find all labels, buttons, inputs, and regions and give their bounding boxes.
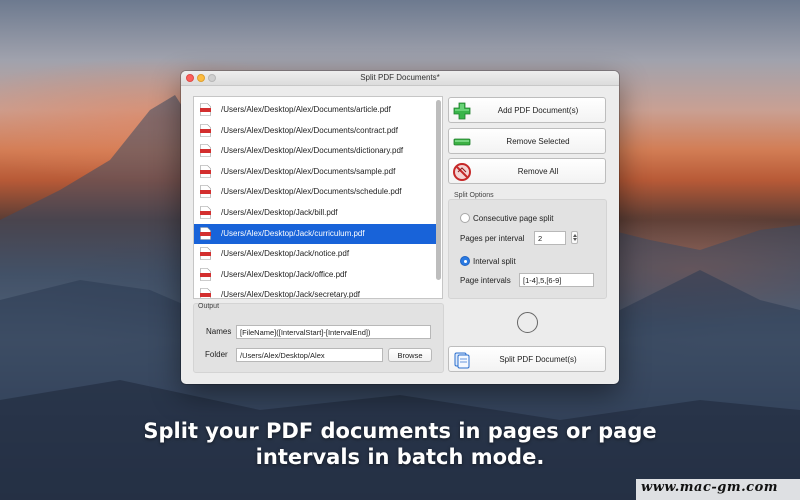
page-intervals-field[interactable]: [1-4],5,[6-9] [519, 273, 594, 287]
consecutive-split-radio[interactable] [460, 213, 470, 223]
file-list-item[interactable]: /Users/Alex/Desktop/Alex/Documents/sched… [194, 182, 436, 202]
app-window: Split PDF Documents* /Users/Alex/Desktop… [181, 71, 619, 384]
remove-all-label: Remove All [517, 167, 559, 176]
pdf-file-icon [200, 267, 211, 281]
title-bar: Split PDF Documents* [181, 71, 619, 86]
pdf-file-icon [200, 226, 211, 240]
file-list-item[interactable]: /Users/Alex/Desktop/Jack/secretary.pdf [194, 285, 436, 299]
file-path: /Users/Alex/Desktop/Alex/Documents/dicti… [221, 146, 404, 156]
pages-per-interval-field[interactable]: 2 [534, 231, 566, 245]
folder-field[interactable]: /Users/Alex/Desktop/Alex [236, 348, 383, 362]
file-path: /Users/Alex/Desktop/Jack/office.pdf [221, 269, 347, 279]
pdf-file-icon [200, 123, 211, 137]
split-options-group: Split Options Consecutive page split Pag… [448, 192, 607, 299]
interval-split-label: Interval split [473, 257, 516, 266]
output-group: Output Names [FileName]([IntervalStart]-… [193, 303, 444, 373]
file-path: /Users/Alex/Desktop/Alex/Documents/contr… [221, 125, 398, 135]
file-path: /Users/Alex/Desktop/Alex/Documents/sampl… [221, 166, 396, 176]
pdf-file-icon [200, 103, 211, 116]
file-list-item[interactable]: /Users/Alex/Desktop/Alex/Documents/dicti… [194, 141, 436, 161]
split-pdf-label: Split PDF Documet(s) [499, 355, 577, 364]
file-list-item[interactable]: /Users/Alex/Desktop/Jack/notice.pdf [194, 244, 436, 264]
caption-line-2: intervals in batch mode. [255, 445, 545, 469]
remove-selected-label: Remove Selected [506, 137, 570, 146]
pdf-file-icon [200, 288, 211, 298]
file-list-item[interactable]: /Users/Alex/Desktop/Alex/Documents/sampl… [194, 162, 436, 182]
names-field[interactable]: [FileName]([IntervalStart]-[IntervalEnd]… [236, 325, 431, 339]
file-list[interactable]: /Users/Alex/Desktop/Alex/Documents/artic… [193, 96, 443, 299]
consecutive-split-label: Consecutive page split [473, 214, 554, 223]
file-path: /Users/Alex/Desktop/Jack/secretary.pdf [221, 290, 361, 299]
browse-button[interactable]: Browse [388, 348, 432, 362]
folder-label: Folder [205, 350, 228, 359]
names-label: Names [206, 327, 232, 336]
green-plus-icon [453, 102, 471, 120]
pdf-file-icon [200, 247, 211, 260]
split-pdf-button[interactable]: Split PDF Documet(s) [448, 346, 606, 372]
progress-spinner [517, 312, 538, 333]
split-options-label: Split Options [454, 192, 494, 199]
prohibited-icon [453, 163, 471, 181]
file-path: /Users/Alex/Desktop/Jack/bill.pdf [221, 208, 338, 217]
interval-split-radio[interactable] [460, 256, 470, 266]
file-list-item[interactable]: /Users/Alex/Desktop/Jack/bill.pdf [194, 203, 436, 223]
file-path: /Users/Alex/Desktop/Jack/curriculum.pdf [221, 228, 365, 238]
pdf-file-icon [200, 144, 211, 157]
file-list-scrollbar[interactable] [436, 100, 441, 280]
remove-selected-button[interactable]: Remove Selected [448, 128, 606, 154]
file-list-item[interactable]: /Users/Alex/Desktop/Alex/Documents/artic… [194, 100, 436, 120]
pages-per-interval-label: Pages per interval [460, 234, 525, 243]
watermark-text: www.mac-gm.com [636, 479, 800, 500]
file-path: /Users/Alex/Desktop/Alex/Documents/artic… [221, 105, 391, 114]
remove-all-button[interactable]: Remove All [448, 158, 606, 184]
add-pdf-button[interactable]: Add PDF Document(s) [448, 97, 606, 123]
add-pdf-label: Add PDF Document(s) [497, 106, 579, 115]
file-list-item[interactable]: /Users/Alex/Desktop/Jack/office.pdf [194, 265, 436, 285]
pdf-file-icon [200, 206, 211, 219]
window-title: Split PDF Documents* [360, 73, 440, 82]
file-list-item[interactable]: /Users/Alex/Desktop/Alex/Documents/contr… [194, 121, 436, 141]
output-group-label: Output [198, 303, 220, 310]
pdf-file-icon [200, 185, 211, 199]
page-intervals-label: Page intervals [460, 276, 511, 285]
green-minus-icon [453, 138, 471, 146]
file-path: /Users/Alex/Desktop/Alex/Documents/sched… [221, 187, 402, 197]
pages-per-interval-stepper[interactable] [571, 231, 578, 244]
caption-line-1: Split your PDF documents in pages or pag… [143, 419, 657, 443]
documents-icon [454, 352, 470, 369]
file-list-item[interactable]: /Users/Alex/Desktop/Jack/curriculum.pdf [194, 223, 436, 244]
pdf-file-icon [200, 164, 211, 178]
file-path: /Users/Alex/Desktop/Jack/notice.pdf [221, 249, 350, 259]
